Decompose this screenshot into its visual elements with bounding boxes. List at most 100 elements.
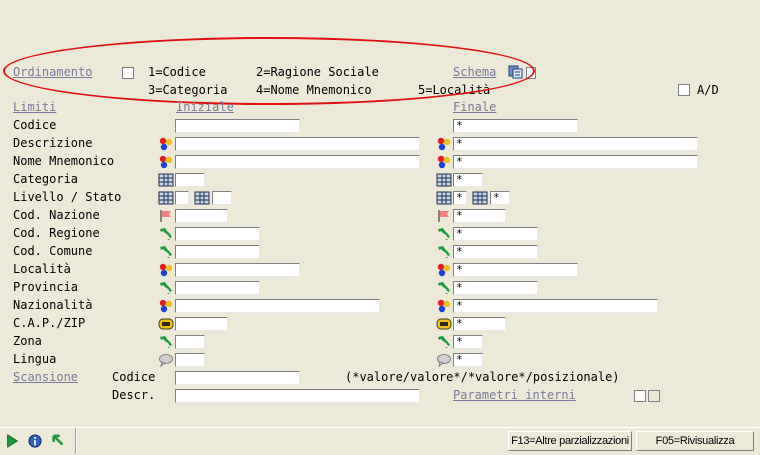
- cap-zip-final-input[interactable]: *: [453, 317, 506, 331]
- scansione-codice-label: Codice: [112, 370, 156, 384]
- ord-option-4: 4=Nome Mnemonico: [256, 83, 372, 97]
- ordinamento-checkbox[interactable]: [122, 67, 134, 79]
- provincia-initial-input[interactable]: [175, 281, 260, 295]
- descrizione-final-input[interactable]: *: [453, 137, 698, 151]
- nome-mnemonico-initial-input[interactable]: [175, 155, 420, 169]
- ord-option-3: 3=Categoria: [148, 83, 228, 97]
- cod-comune-initial-input[interactable]: [175, 245, 260, 259]
- limiti-label: Limiti: [13, 100, 57, 114]
- flag-icon[interactable]: [158, 209, 174, 223]
- scansione-descr-input[interactable]: [175, 389, 420, 403]
- row-label-lingua: Lingua: [13, 352, 57, 366]
- finale-label: Finale: [453, 100, 497, 114]
- table-grid-icon[interactable]: [158, 191, 174, 205]
- descrizione-initial-input[interactable]: [175, 137, 420, 151]
- cod-comune-final-input[interactable]: *: [453, 245, 538, 259]
- localita-final-input[interactable]: *: [453, 263, 578, 277]
- schema-checkbox[interactable]: [526, 67, 536, 79]
- row-label-zona: Zona: [13, 334, 42, 348]
- back-arrow-icon[interactable]: [50, 434, 66, 448]
- table-grid-icon[interactable]: [158, 173, 174, 187]
- f13-button[interactable]: F13=Altre parzializzazioni: [508, 431, 632, 451]
- italy-map-icon[interactable]: [158, 245, 174, 259]
- row-label-cod-regione: Cod. Regione: [13, 226, 100, 240]
- nazionalita-final-input[interactable]: *: [453, 299, 658, 313]
- stato-final-input[interactable]: *: [490, 191, 510, 205]
- cod-nazione-final-input[interactable]: *: [453, 209, 506, 223]
- ordinamento-label: Ordinamento: [13, 65, 93, 79]
- search-balls-icon[interactable]: [436, 299, 452, 313]
- ord-option-1: 1=Codice: [148, 65, 206, 79]
- italy-map-icon[interactable]: [436, 335, 452, 349]
- row-label-cap-zip: C.A.P./ZIP: [13, 316, 86, 330]
- row-label-cod-comune: Cod. Comune: [13, 244, 93, 258]
- livello-initial-input[interactable]: [175, 191, 189, 205]
- scansione-codice-input[interactable]: [175, 371, 300, 385]
- categoria-final-input[interactable]: *: [453, 173, 483, 187]
- nome-mnemonico-final-input[interactable]: *: [453, 155, 698, 169]
- italy-map-icon[interactable]: [436, 281, 452, 295]
- play-icon[interactable]: [4, 434, 20, 448]
- row-label-localita: Località: [13, 262, 71, 276]
- iniziale-label: Iniziale: [176, 100, 234, 114]
- info-icon[interactable]: [27, 434, 43, 448]
- lingua-initial-input[interactable]: [175, 353, 205, 367]
- mailbox-icon[interactable]: [436, 317, 452, 331]
- nazionalita-initial-input[interactable]: [175, 299, 380, 313]
- table-grid-icon[interactable]: [436, 173, 452, 187]
- row-label-categoria: Categoria: [13, 172, 79, 186]
- scansione-descr-label: Descr.: [112, 388, 156, 402]
- cap-zip-initial-input[interactable]: [175, 317, 228, 331]
- search-balls-icon[interactable]: [436, 155, 452, 169]
- cod-regione-initial-input[interactable]: [175, 227, 260, 241]
- zona-final-input[interactable]: *: [453, 335, 483, 349]
- livello-final-input[interactable]: *: [453, 191, 467, 205]
- parametri-interni-label[interactable]: Parametri interni: [453, 388, 576, 402]
- ord-option-2: 2=Ragione Sociale: [256, 65, 379, 79]
- parametri-checkbox[interactable]: [634, 390, 646, 402]
- speech-bubble-icon[interactable]: [436, 353, 452, 367]
- row-label-provincia: Provincia: [13, 280, 79, 294]
- row-label-nazionalita: Nazionalità: [13, 298, 93, 312]
- italy-map-icon[interactable]: [436, 245, 452, 259]
- search-balls-icon[interactable]: [158, 299, 174, 313]
- speech-bubble-icon[interactable]: [158, 353, 174, 367]
- search-balls-icon[interactable]: [436, 263, 452, 277]
- row-label-descrizione: Descrizione: [13, 136, 93, 150]
- mailbox-icon[interactable]: [158, 317, 174, 331]
- search-balls-icon[interactable]: [158, 137, 174, 151]
- cod-nazione-initial-input[interactable]: [175, 209, 228, 223]
- cod-regione-final-input[interactable]: *: [453, 227, 538, 241]
- table-grid-icon[interactable]: [436, 191, 452, 205]
- row-label-nome-mnemonico: Nome Mnemonico: [13, 154, 115, 168]
- codice-initial-input[interactable]: [175, 119, 300, 133]
- ad-label: A/D: [697, 83, 719, 97]
- scansione-hint: (*valore/valore*/*valore*/posizionale): [345, 370, 620, 384]
- lingua-final-input[interactable]: *: [453, 353, 483, 367]
- zona-initial-input[interactable]: [175, 335, 205, 349]
- toolbar-separator: [75, 428, 77, 454]
- search-balls-icon[interactable]: [436, 137, 452, 151]
- flag-icon[interactable]: [436, 209, 452, 223]
- ad-checkbox[interactable]: [678, 84, 690, 96]
- parametri-checkbox-2[interactable]: [648, 390, 660, 402]
- search-balls-icon[interactable]: [158, 155, 174, 169]
- schema-copy-icon[interactable]: [508, 65, 524, 79]
- provincia-final-input[interactable]: *: [453, 281, 538, 295]
- table-grid-icon[interactable]: [472, 191, 488, 205]
- italy-map-icon[interactable]: [436, 227, 452, 241]
- codice-final-input[interactable]: *: [453, 119, 578, 133]
- f05-button[interactable]: F05=Rivisualizza: [636, 431, 754, 451]
- row-label-cod-nazione: Cod. Nazione: [13, 208, 100, 222]
- italy-map-icon[interactable]: [158, 281, 174, 295]
- stato-initial-input[interactable]: [212, 191, 232, 205]
- schema-label[interactable]: Schema: [453, 65, 496, 79]
- row-label-codice: Codice: [13, 118, 57, 132]
- italy-map-icon[interactable]: [158, 335, 174, 349]
- italy-map-icon[interactable]: [158, 227, 174, 241]
- categoria-initial-input[interactable]: [175, 173, 205, 187]
- localita-initial-input[interactable]: [175, 263, 300, 277]
- search-balls-icon[interactable]: [158, 263, 174, 277]
- table-grid-icon[interactable]: [194, 191, 210, 205]
- row-label-livello-stato: Livello / Stato: [13, 190, 122, 204]
